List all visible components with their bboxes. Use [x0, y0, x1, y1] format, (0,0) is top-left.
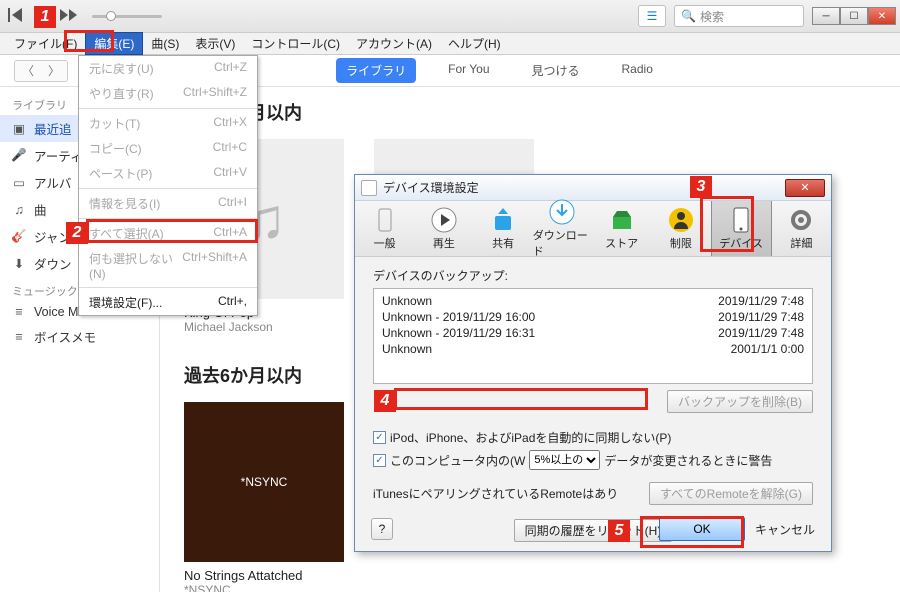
autosync-label: iPod、iPhone、およびiPadを自動的に同期しない(P) [390, 429, 671, 446]
clock-icon: ▣ [12, 121, 26, 136]
annotation-4: 4 [374, 390, 396, 412]
dialog-toolbar: 一般 再生 共有 ダウンロード ストア 制限 デバイス 詳細 [355, 201, 831, 257]
itunes-icon [361, 180, 377, 196]
play-icon [431, 207, 457, 233]
tab-radio[interactable]: Radio [612, 58, 663, 83]
tab-browse[interactable]: 見つける [522, 58, 590, 83]
album-cover: *NSYNC [184, 402, 344, 562]
album-artist: Michael Jackson [184, 320, 344, 334]
annotation-3: 3 [690, 176, 712, 198]
remote-label: iTunesにペアリングされているRemoteはあり [373, 485, 618, 502]
section-title-recent: 過去3か月以内 [184, 99, 876, 125]
checkbox-checked-icon[interactable]: ✓ [373, 454, 386, 467]
warn-percent-select[interactable]: 5%以上の [529, 450, 600, 470]
tool-downloads[interactable]: ダウンロード [533, 201, 592, 256]
store-icon [609, 207, 635, 233]
edit-dropdown-menu: 元に戻す(U)Ctrl+Z やり直す(R)Ctrl+Shift+Z カット(T)… [78, 55, 258, 316]
nav-back-button[interactable]: 〈 [15, 61, 41, 81]
autosync-checkbox-row[interactable]: ✓ iPod、iPhone、およびiPadを自動的に同期しない(P) [373, 427, 813, 448]
download-icon: ⬇ [12, 256, 26, 271]
window-close-button[interactable]: ✕ [868, 7, 896, 25]
menu-control[interactable]: コントロール(C) [243, 33, 348, 54]
tool-general[interactable]: 一般 [355, 201, 414, 256]
gear-icon [788, 207, 814, 233]
device-preferences-dialog: デバイス環境設定 ✕ 一般 再生 共有 ダウンロード ストア 制限 デバイス 詳… [354, 174, 832, 552]
tool-store[interactable]: ストア [592, 201, 651, 256]
remove-remote-button[interactable]: すべてのRemoteを解除(G) [649, 482, 813, 505]
nav-forward-button[interactable]: 〉 [41, 61, 67, 81]
dialog-titlebar[interactable]: デバイス環境設定 ✕ [355, 175, 831, 201]
annotation-box-5 [640, 516, 744, 548]
warn-checkbox-row[interactable]: ✓ このコンピュータ内の(W 5%以上の データが変更されるときに警告 [373, 448, 813, 472]
tab-foryou[interactable]: For You [438, 58, 499, 83]
guitar-icon: 🎸 [12, 229, 26, 244]
dialog-footer: ? OK キャンセル [355, 517, 831, 541]
menu-cut[interactable]: カット(T)Ctrl+X [79, 111, 257, 136]
backup-label: デバイスのバックアップ: [373, 267, 813, 284]
annotation-5: 5 [608, 520, 630, 542]
playlist-icon: ≡ [12, 330, 26, 344]
menu-help[interactable]: ヘルプ(H) [440, 33, 509, 54]
next-track-button[interactable] [60, 9, 78, 24]
menu-account[interactable]: アカウント(A) [348, 33, 440, 54]
download-icon [549, 199, 575, 225]
menu-copy[interactable]: コピー(C)Ctrl+C [79, 136, 257, 161]
help-button[interactable]: ? [371, 518, 393, 540]
checkbox-checked-icon[interactable]: ✓ [373, 431, 386, 444]
share-icon [490, 207, 516, 233]
backup-row: Unknown - 2019/11/29 16:002019/11/29 7:4… [382, 309, 804, 325]
menu-song[interactable]: 曲(S) [143, 33, 187, 54]
backup-row: Unknown2019/11/29 7:48 [382, 293, 804, 309]
sidebar-item-voice-memos-jp[interactable]: ≡ボイスメモ [0, 323, 159, 350]
annotation-box-2 [86, 219, 258, 243]
album-icon: ▭ [12, 175, 26, 190]
player-bar: ☰ 🔍 検索 ─ ☐ ✕ [0, 0, 900, 33]
menu-view[interactable]: 表示(V) [187, 33, 243, 54]
list-view-button[interactable]: ☰ [638, 5, 666, 27]
mic-icon: 🎤 [12, 148, 26, 163]
tool-playback[interactable]: 再生 [414, 201, 473, 256]
menu-paste[interactable]: ペースト(P)Ctrl+V [79, 161, 257, 186]
annotation-box-3 [700, 196, 754, 252]
main-menubar: ファイル(F) 編集(E) 曲(S) 表示(V) コントロール(C) アカウント… [0, 33, 900, 55]
menu-info[interactable]: 情報を見る(I)Ctrl+I [79, 191, 257, 216]
annotation-1: 1 [34, 6, 56, 28]
dialog-title: デバイス環境設定 [383, 179, 479, 196]
window-minimize-button[interactable]: ─ [812, 7, 840, 25]
general-icon [372, 207, 398, 233]
menu-select-none[interactable]: 何も選択しない(N)Ctrl+Shift+A [79, 246, 257, 285]
cancel-button[interactable]: キャンセル [755, 521, 815, 538]
album-title: No Strings Attatched [184, 568, 344, 583]
search-input[interactable]: 🔍 検索 [674, 5, 804, 27]
search-placeholder: 検索 [700, 8, 724, 25]
backup-row: Unknown - 2019/11/29 16:312019/11/29 7:4… [382, 325, 804, 341]
tab-library[interactable]: ライブラリ [336, 58, 416, 83]
menu-redo[interactable]: やり直す(R)Ctrl+Shift+Z [79, 81, 257, 106]
window-maximize-button[interactable]: ☐ [840, 7, 868, 25]
restrict-icon [668, 207, 694, 233]
backup-row: Unknown2001/1/1 0:00 [382, 341, 804, 357]
menu-undo[interactable]: 元に戻す(U)Ctrl+Z [79, 56, 257, 81]
album-artist: *NSYNC [184, 583, 344, 592]
backup-list[interactable]: Unknown2019/11/29 7:48 Unknown - 2019/11… [373, 288, 813, 384]
annotation-box-4 [394, 388, 648, 410]
dialog-close-button[interactable]: ✕ [785, 179, 825, 197]
search-icon: 🔍 [681, 9, 696, 23]
annotation-box-1 [64, 30, 114, 52]
tool-advanced[interactable]: 詳細 [772, 201, 831, 256]
prev-track-button[interactable] [8, 8, 24, 25]
menu-preferences[interactable]: 環境設定(F)...Ctrl+, [79, 290, 257, 315]
delete-backup-button[interactable]: バックアップを削除(B) [667, 390, 813, 413]
annotation-2: 2 [66, 222, 88, 244]
album-tile[interactable]: *NSYNC No Strings Attatched *NSYNC [184, 402, 344, 592]
volume-slider[interactable] [92, 15, 162, 18]
tool-sharing[interactable]: 共有 [474, 201, 533, 256]
note-icon: ♫ [12, 203, 26, 217]
playlist-icon: ≡ [12, 305, 26, 319]
